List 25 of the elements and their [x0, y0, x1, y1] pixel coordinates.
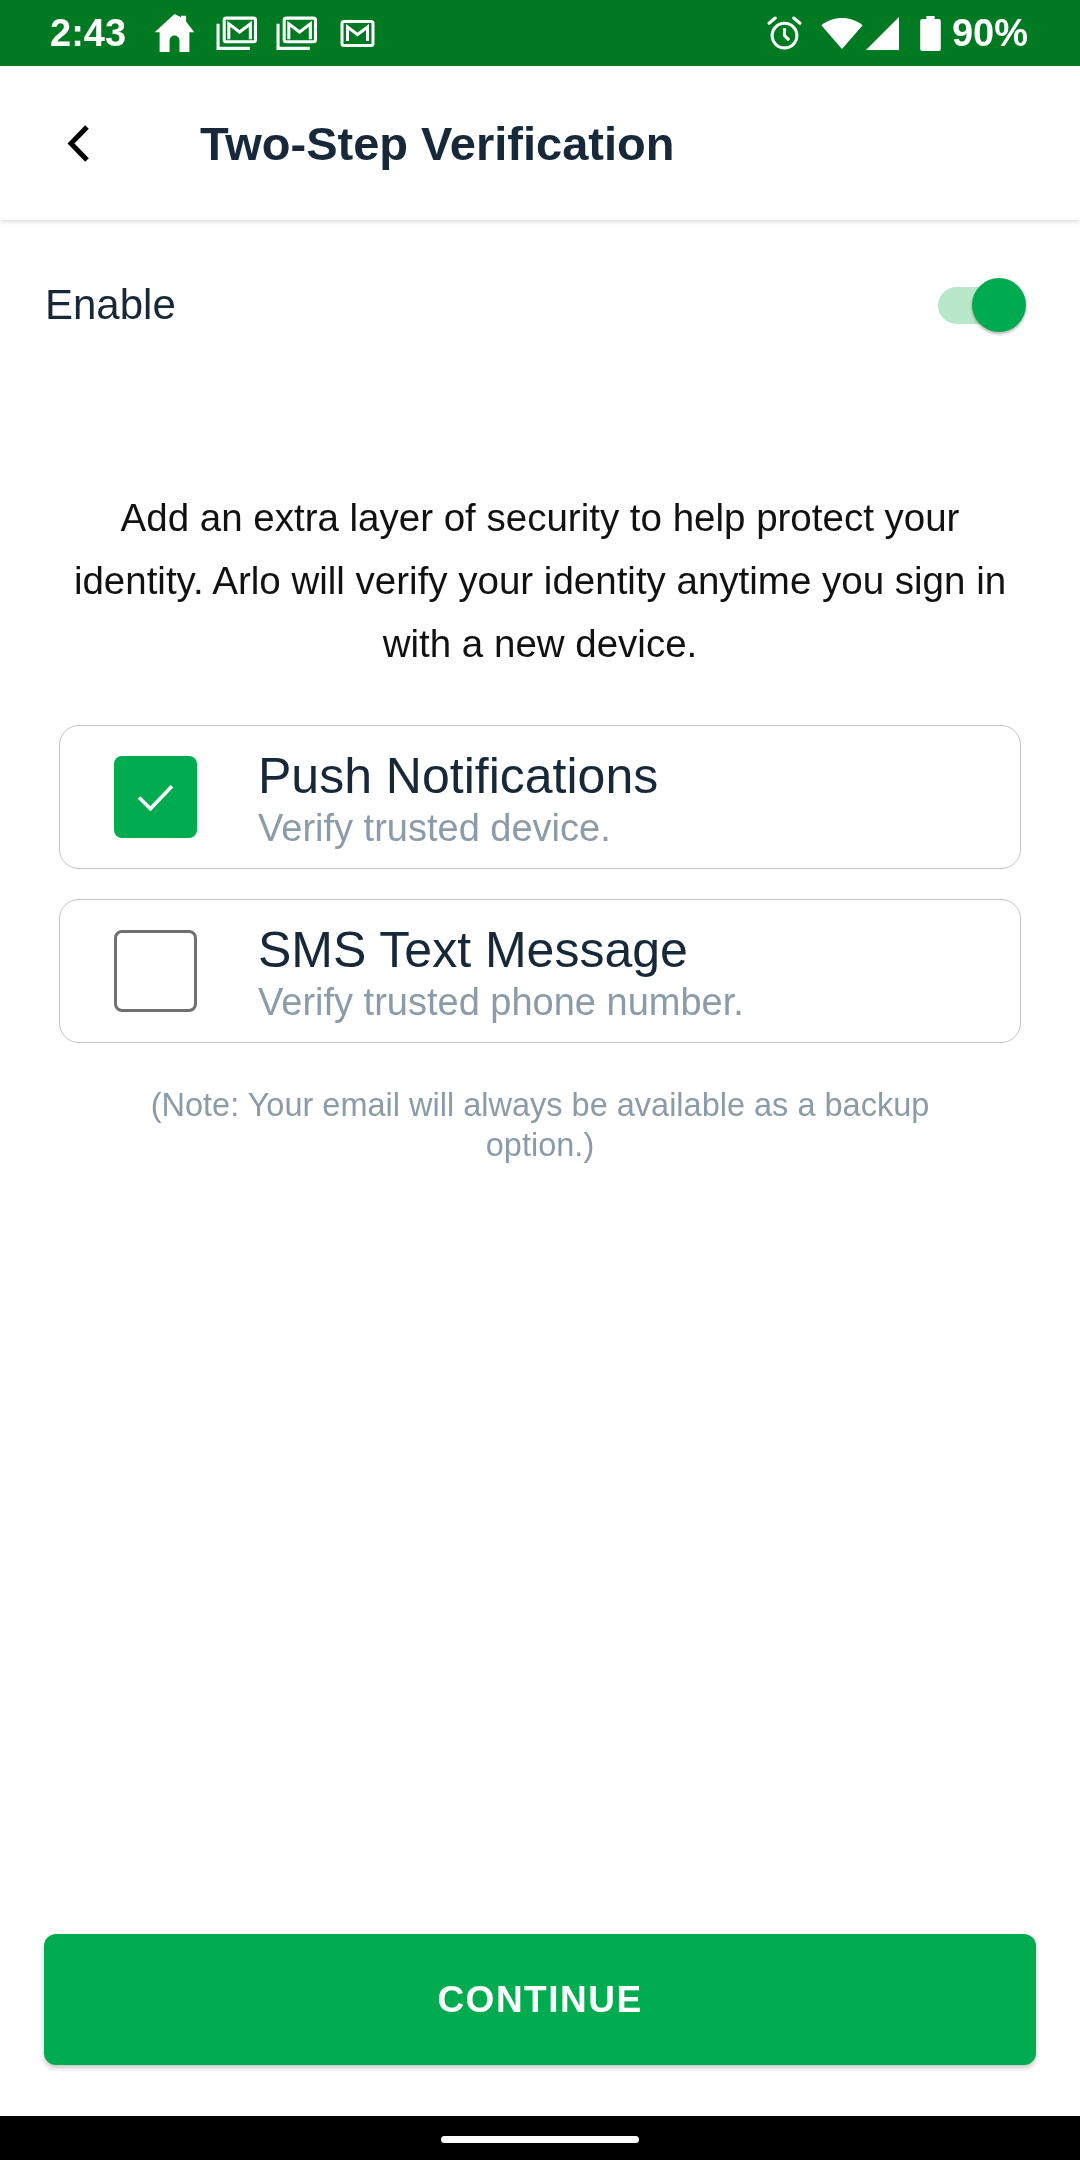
mail-icon: [340, 19, 376, 47]
option-subtitle: Verify trusted device.: [258, 806, 612, 851]
signal-icon: [864, 16, 900, 50]
mail-stack-icon: [276, 15, 318, 51]
option-title: Push Notifications: [258, 747, 659, 805]
check-icon: [137, 783, 174, 811]
battery-icon: [919, 15, 941, 51]
description-text: Add an extra layer of security to help protect your identity. Arlo will verify your identity anytime you sign in with a new device.: [72, 495, 1008, 667]
battery-percentage: 90%: [951, 11, 1028, 55]
option-title: SMS Text Message: [258, 921, 689, 979]
verification-option-card[interactable]: SMS Text Message Verify trusted phone number.: [59, 899, 1021, 1043]
checkbox[interactable]: [114, 930, 197, 1012]
checkbox[interactable]: [114, 756, 197, 838]
option-subtitle: Verify trusted phone number.: [258, 980, 744, 1025]
verification-option-card[interactable]: Push Notifications Verify trusted device.: [59, 725, 1021, 869]
enable-switch[interactable]: [938, 277, 1026, 333]
gesture-handle[interactable]: [441, 2135, 639, 2143]
home-icon: [154, 14, 196, 52]
alarm-clock-icon: [766, 15, 802, 51]
enable-label: Enable: [45, 281, 176, 329]
screen-title: Two-Step Verification: [200, 115, 675, 171]
mail-stack-icon: [216, 15, 258, 51]
wifi-icon: [820, 17, 863, 49]
status-time: 2:43: [50, 11, 127, 55]
note-text: (Note: Your email will always be available as a backup option.): [149, 1086, 931, 1165]
